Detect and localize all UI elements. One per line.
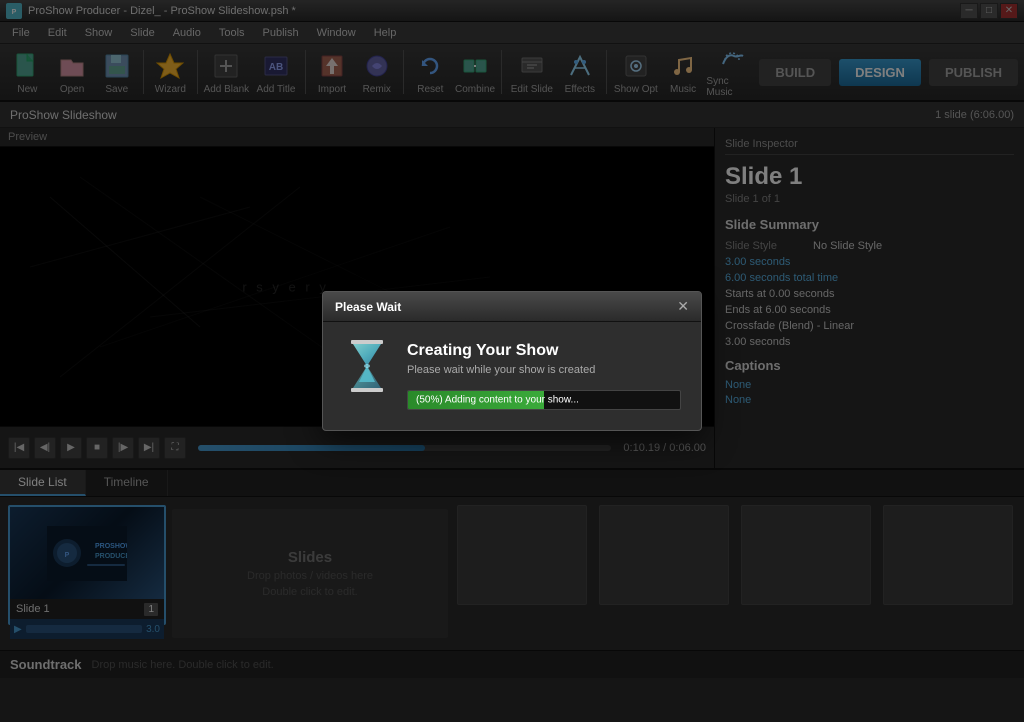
modal-title: Please Wait [335,300,401,314]
modal-progress-track: (50%) Adding content to your show... [407,390,681,410]
modal-creating-title: Creating Your Show [407,342,681,360]
modal-subtext: Please wait while your show is created [407,364,681,376]
modal-header: Please Wait ✕ [323,292,701,322]
please-wait-dialog: Please Wait ✕ [322,291,702,431]
modal-close-button[interactable]: ✕ [677,298,689,315]
modal-progress-text: (50%) Adding content to your show... [416,395,579,406]
modal-overlay: Please Wait ✕ [0,0,1024,722]
hourglass-icon [343,342,391,390]
modal-text-area: Creating Your Show Please wait while you… [407,342,681,410]
modal-body: Creating Your Show Please wait while you… [323,322,701,430]
